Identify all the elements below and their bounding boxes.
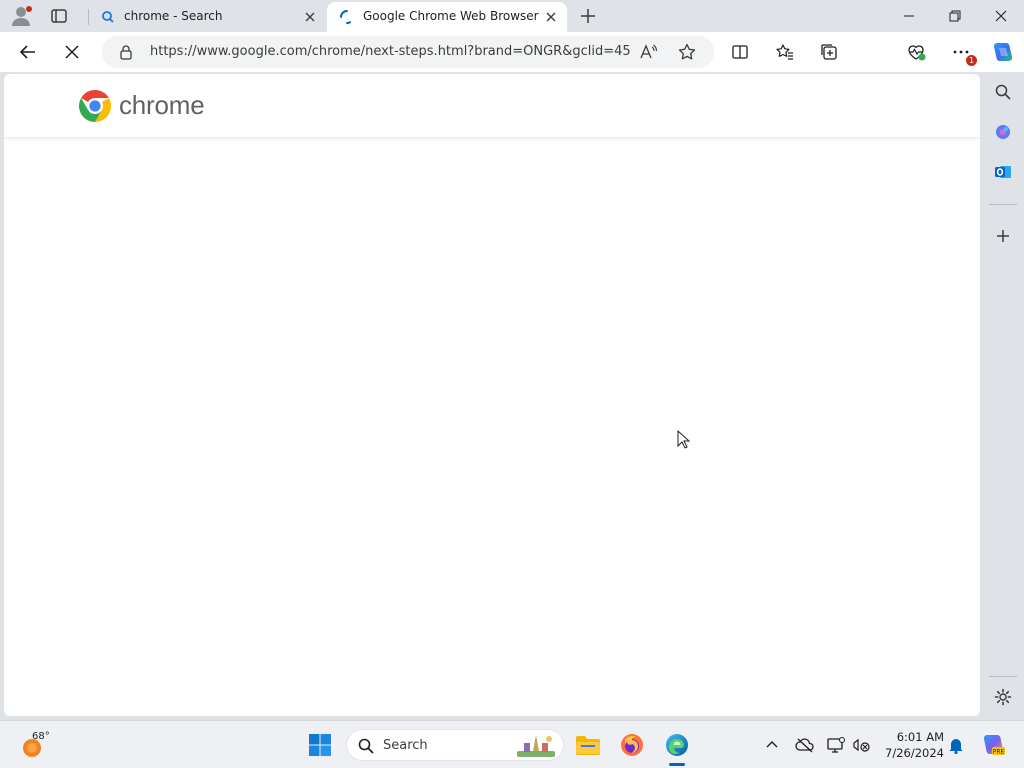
- tab-title: chrome - Search: [124, 9, 223, 23]
- onedrive-offline-icon[interactable]: [795, 735, 815, 755]
- taskbar: 68° Search 6:01 AM 7/26/2024 PRE: [0, 720, 1024, 768]
- read-aloud-icon[interactable]: [638, 42, 658, 62]
- clock-date: 7/26/2024: [885, 746, 944, 760]
- weather-widget[interactable]: 68°: [18, 731, 66, 761]
- browser-essentials-icon[interactable]: [904, 40, 928, 64]
- sidebar-divider: [989, 676, 1017, 677]
- firefox-icon[interactable]: [618, 731, 646, 759]
- file-explorer-icon[interactable]: [574, 731, 602, 759]
- restore-button[interactable]: [932, 0, 978, 32]
- copilot-icon[interactable]: [990, 40, 1014, 64]
- settings-icon[interactable]: [992, 686, 1014, 708]
- search-icon[interactable]: [992, 81, 1014, 103]
- taskbar-search-box[interactable]: Search: [346, 729, 564, 761]
- search-highlight-icon: [515, 733, 557, 759]
- settings-and-more-icon[interactable]: 1: [949, 40, 977, 66]
- edge-icon[interactable]: [663, 731, 691, 759]
- chrome-logo-icon[interactable]: [77, 88, 113, 124]
- search-favicon-icon: [100, 9, 116, 25]
- start-icon[interactable]: [306, 731, 334, 759]
- sidebar-divider: [989, 204, 1017, 205]
- chrome-wordmark[interactable]: chrome: [119, 90, 205, 121]
- search-label: Search: [383, 738, 428, 753]
- address-bar[interactable]: https://www.google.com/chrome/next-steps…: [102, 36, 714, 68]
- tab-separator: [88, 9, 89, 25]
- display-icon[interactable]: [826, 735, 846, 755]
- network-sound-icon[interactable]: [852, 735, 872, 755]
- weather-temperature: 68°: [32, 731, 50, 742]
- chevron-up-icon[interactable]: [762, 735, 782, 755]
- svg-text:PRE: PRE: [993, 749, 1005, 756]
- loading-favicon-icon: [339, 9, 355, 25]
- profile-icon[interactable]: [10, 5, 34, 27]
- tab-strip: chrome - Search Google Chrome Web Browse…: [0, 0, 1024, 32]
- tab-actions-icon[interactable]: [50, 7, 68, 25]
- favorite-star-icon[interactable]: [677, 42, 697, 62]
- stop-loading-icon[interactable]: [60, 40, 84, 64]
- notification-bell-icon[interactable]: [946, 735, 966, 755]
- collections-icon[interactable]: [817, 40, 841, 64]
- web-page: chrome: [4, 74, 980, 716]
- close-window-button[interactable]: [978, 0, 1024, 32]
- outlook-icon[interactable]: [992, 161, 1014, 183]
- url-text[interactable]: https://www.google.com/chrome/next-steps…: [150, 44, 630, 59]
- close-tab-icon[interactable]: [302, 9, 318, 25]
- lock-icon[interactable]: [118, 44, 134, 60]
- add-icon[interactable]: [992, 225, 1014, 247]
- new-tab-icon[interactable]: [578, 6, 598, 26]
- clock-time: 6:01 AM: [896, 730, 944, 744]
- system-clock[interactable]: 6:01 AM 7/26/2024: [874, 729, 944, 761]
- search-glass-icon: [357, 737, 375, 755]
- mouse-cursor-icon: [677, 429, 691, 450]
- copilot-icon[interactable]: [992, 121, 1014, 143]
- copilot-pre-icon[interactable]: PRE: [980, 732, 1006, 758]
- split-screen-icon[interactable]: [728, 40, 752, 64]
- favorites-icon[interactable]: [773, 40, 797, 64]
- active-app-indicator: [669, 763, 685, 766]
- close-tab-icon[interactable]: [543, 9, 559, 25]
- tab-chrome[interactable]: Google Chrome Web Browser: [327, 2, 567, 32]
- edge-sidebar: [982, 72, 1024, 720]
- minimize-button[interactable]: [886, 0, 932, 32]
- toolbar: https://www.google.com/chrome/next-steps…: [0, 32, 1024, 72]
- site-header: chrome: [4, 74, 980, 138]
- back-icon[interactable]: [16, 40, 40, 64]
- tab-search[interactable]: chrome - Search: [88, 2, 326, 32]
- notification-badge: 1: [966, 55, 977, 66]
- tab-title: Google Chrome Web Browser: [363, 9, 539, 23]
